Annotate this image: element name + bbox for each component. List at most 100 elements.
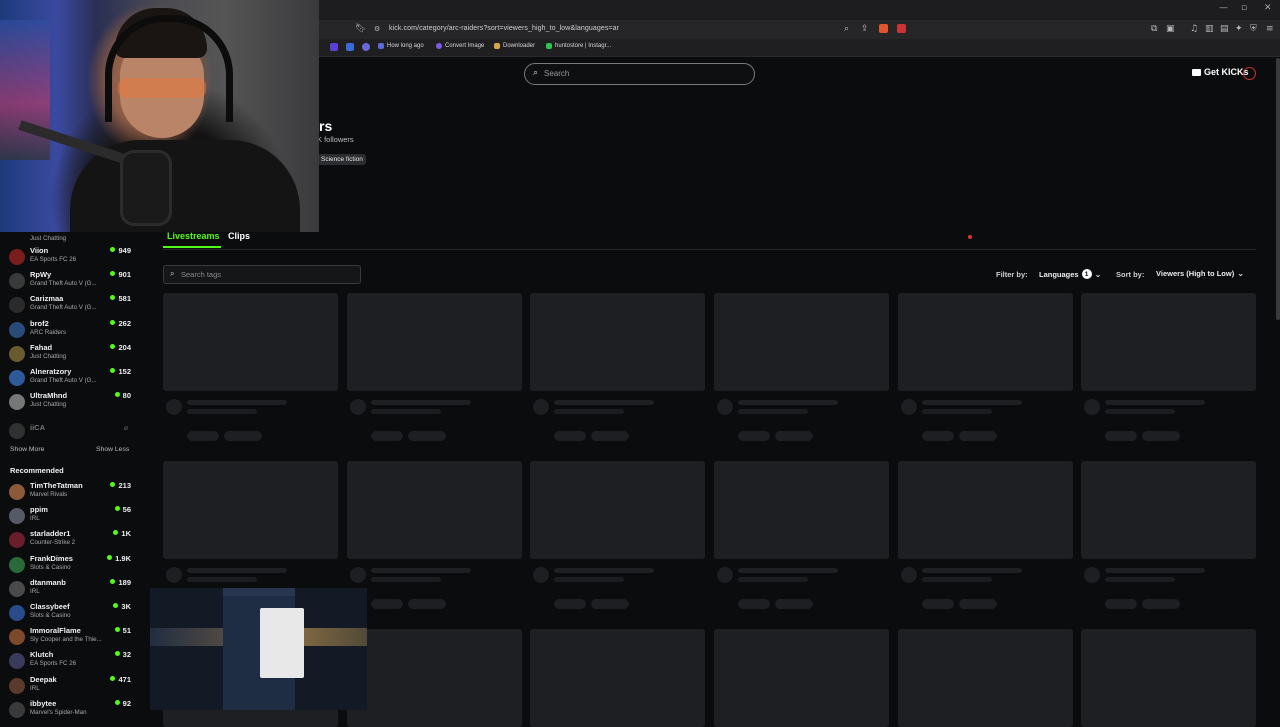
brave-shield-icon[interactable] [879,24,888,33]
tab-clips[interactable]: Clips [228,231,250,241]
sidebar-following-item-5[interactable]: Alneratzory Grand Theft Auto V (G... 152 [0,367,140,389]
brave-rewards-icon[interactable] [897,24,906,33]
bookmark-downloader[interactable]: Downloader [494,43,535,49]
stream-card-skeleton[interactable] [714,461,889,609]
close-window-icon[interactable]: ✕ [1264,3,1272,13]
viewer-count: 51 [115,626,131,635]
viewer-count: 152 [110,367,131,376]
channel-game: Marvel's Spider-Man [30,708,87,716]
maximize-icon[interactable]: ▫ [1241,3,1247,13]
bookmark-icon[interactable]: 🔖︎ [355,24,366,34]
sidebar-following-item-6[interactable]: UltraMhnd Just Chatting 80 [0,391,140,413]
bookmark-huntostore[interactable]: huntostore | Instagr... [546,43,611,49]
sidebar-following-item-0[interactable]: Viion EA Sports FC 26 949 [0,246,140,268]
zoom-icon[interactable]: ⌕ [844,24,849,34]
headset-icon [105,15,233,122]
stream-card-skeleton[interactable] [714,629,889,727]
sidebar-item-offline[interactable]: iiCA ⌀ [0,420,140,442]
stream-card-skeleton[interactable] [714,293,889,441]
tag-placeholder [408,599,446,609]
share-icon[interactable]: ⇪ [861,24,869,34]
avatar-placeholder [1084,567,1100,583]
stream-card-skeleton[interactable] [347,629,522,727]
show-less-button[interactable]: Show Less [96,446,129,453]
stream-card-skeleton[interactable] [530,293,705,441]
page-scrollbar[interactable] [1276,58,1280,320]
minimize-icon[interactable]: — [1219,3,1228,13]
search-input[interactable]: ⌕ Search [524,63,755,85]
sidebar-following-item-4[interactable]: Fahad Just Chatting 204 [0,343,140,365]
viewer-count: 581 [110,294,131,303]
sidebar-top-game: Just Chatting [30,235,67,242]
sidebar-recommended-item-3[interactable]: FrankDimes Slots & Casino 1.9K [0,554,140,576]
stream-card-skeleton[interactable] [163,293,338,441]
site-info-icon[interactable]: ⚙ [374,25,380,33]
sort-dropdown[interactable]: Viewers (High to Low) ⌄ [1156,269,1244,278]
stream-card-skeleton[interactable] [530,461,705,609]
subtitle-placeholder [187,409,257,414]
stream-card-skeleton[interactable] [347,293,522,441]
sidebar-recommended-item-5[interactable]: Classybeef Slots & Casino 3K [0,602,140,624]
get-kicks-button[interactable]: Get KICKs [1192,67,1249,77]
sidebar-recommended-item-9[interactable]: ibbytee Marvel's Spider-Man 92 [0,699,140,721]
tab-livestreams[interactable]: Livestreams [167,231,220,241]
title-placeholder [738,568,838,573]
bookmark-convert-image[interactable]: Convert Image [436,43,484,49]
tag-placeholder [371,431,403,441]
sidebar-recommended-item-0[interactable]: TimTheTatman Marvel Rivals 213 [0,481,140,503]
stream-card-skeleton[interactable] [530,629,705,727]
tag-search-input[interactable]: ⌕ Search tags [163,265,361,284]
sidebar-recommended-item-4[interactable]: dtanmanb IRL 189 [0,578,140,600]
sidebar-recommended-item-6[interactable]: ImmoralFlame Sly Cooper and the Thie... 51 [0,626,140,648]
title-placeholder [738,400,838,405]
bookmark-how-long-ago[interactable]: How long ago [378,43,424,49]
stream-card-skeleton[interactable] [1081,293,1256,441]
stream-card-skeleton[interactable] [1081,629,1256,727]
channel-name: Klutch [30,650,54,660]
bookmark-refresh-icon[interactable] [362,43,370,51]
avatar [9,423,25,439]
vpn-icon[interactable]: ⛨ [1250,24,1257,34]
sidebar-following-item-2[interactable]: Carizmaa Grand Theft Auto V (G... 581 [0,294,140,316]
sidebar-recommended-item-8[interactable]: Deepak IRL 471 [0,675,140,697]
wallet-icon[interactable]: ▤ [1220,24,1229,34]
stream-card-skeleton[interactable] [1081,461,1256,609]
avatar [9,297,25,314]
music-icon[interactable]: ♫ [1190,24,1198,34]
bookmark-link-icon[interactable] [346,43,354,51]
subtitle-placeholder [187,577,257,582]
languages-dropdown[interactable]: Languages 1 ⌄ [1039,269,1101,279]
leo-icon[interactable]: ✦ [1235,24,1243,34]
channel-name: ppim [30,505,48,515]
menu-icon[interactable]: ≡ [1266,24,1274,34]
sidebar-icon[interactable]: ▥ [1205,24,1214,34]
avatar [9,556,25,573]
bookmark-s-icon[interactable] [330,43,338,51]
channel-name: RpWy [30,270,52,280]
sidebar-recommended-item-7[interactable]: Klutch EA Sports FC 26 32 [0,650,140,672]
tag-placeholder [738,599,770,609]
channel-game: IRL [30,684,40,692]
show-more-button[interactable]: Show More [10,446,44,453]
stream-card-skeleton[interactable] [163,461,338,609]
stream-card-skeleton[interactable] [898,461,1073,609]
extensions-icon[interactable]: ⧉ [1151,24,1157,34]
viewer-count: 56 [115,505,131,514]
screenshot-icon[interactable]: ▣ [1166,24,1175,34]
thumbnail-placeholder [530,461,705,559]
stream-card-skeleton[interactable] [898,293,1073,441]
category-tag[interactable]: Science fiction [318,154,366,165]
viewer-count: 204 [110,343,131,352]
sidebar-following-item-3[interactable]: brof2 ARC Raiders 262 [0,319,140,341]
sidebar-following-item-1[interactable]: RpWy Grand Theft Auto V (G... 901 [0,270,140,292]
avatar [9,321,25,338]
tabs-divider [163,249,1256,250]
tag-placeholder [1142,431,1180,441]
avatar[interactable] [1243,67,1256,80]
stream-card-skeleton[interactable] [898,629,1073,727]
sidebar-recommended-item-2[interactable]: starladder1 Counter-Strike 2 1K [0,529,140,551]
stream-card-skeleton[interactable] [347,461,522,609]
url-text[interactable]: kick.com/category/arc-raiders?sort=viewe… [389,25,619,32]
subtitle-placeholder [922,577,992,582]
sidebar-recommended-item-1[interactable]: ppim IRL 56 [0,505,140,527]
